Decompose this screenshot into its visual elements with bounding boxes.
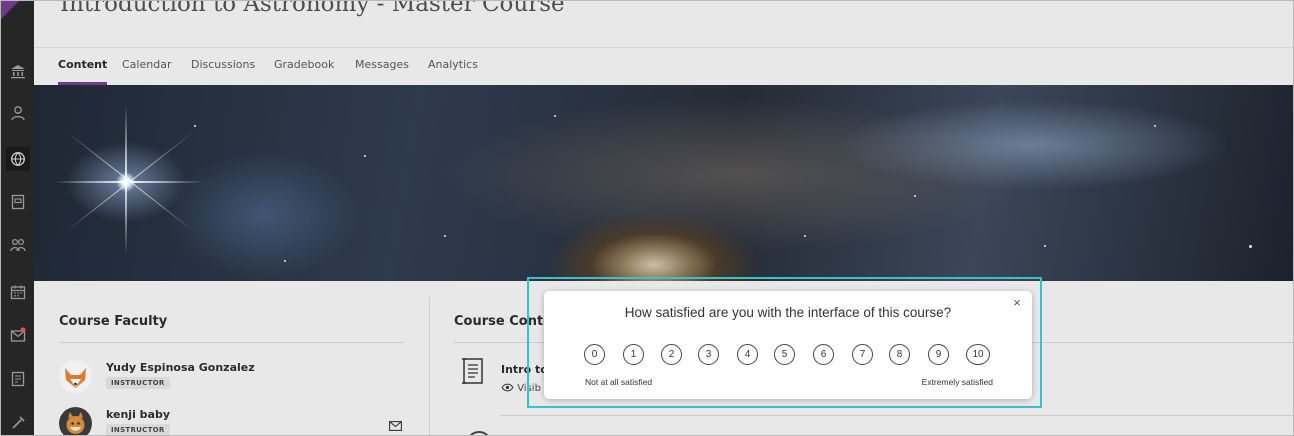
institution-icon[interactable] [10,63,26,79]
rating-option-9[interactable]: 9 [928,344,949,365]
avatar [59,407,92,435]
envelope-icon[interactable] [389,418,402,431]
courses-icon[interactable] [10,194,26,210]
messages-icon[interactable] [10,327,26,343]
close-icon[interactable]: × [1010,296,1024,310]
course-banner-image [34,85,1293,281]
star [554,115,556,117]
divider [59,342,404,343]
role-badge: INSTRUCTOR [106,424,170,435]
star [804,235,806,237]
document-icon [460,356,486,386]
course-tabs: Content Calendar Discussions Gradebook M… [34,47,1293,85]
eye-icon [501,383,517,394]
star [444,235,446,237]
faculty-name: kenji baby [106,408,171,421]
rating-option-2[interactable]: 2 [661,344,682,365]
rating-option-5[interactable]: 5 [774,344,795,365]
circle-icon [466,431,492,435]
rating-option-6[interactable]: 6 [813,344,834,365]
faculty-name: Yudy Espinosa Gonzalez [106,361,255,374]
groups-icon[interactable] [10,237,26,253]
rating-option-4[interactable]: 4 [737,344,758,365]
role-badge: INSTRUCTOR [106,377,170,389]
tab-messages[interactable]: Messages [355,48,409,82]
rating-option-1[interactable]: 1 [623,344,644,365]
scale-low-label: Not at all satisfied [585,377,653,387]
tab-calendar[interactable]: Calendar [122,48,171,82]
nav-rail [1,1,34,435]
page-title: Introduction to Astronomy - Master Cours… [60,0,565,17]
rating-scale: 0 1 2 3 4 5 6 7 8 9 10 [584,344,994,368]
star [914,195,916,197]
star [1249,245,1252,248]
grades-icon[interactable] [10,371,26,387]
divider [501,415,1293,416]
profile-icon[interactable] [10,105,26,121]
globe-icon[interactable] [6,147,30,171]
scale-high-label: Extremely satisfied [921,377,993,387]
calendar-icon[interactable] [10,284,26,300]
star [1044,245,1046,247]
app-window: Introduction to Astronomy - Master Cours… [0,0,1294,436]
tab-analytics[interactable]: Analytics [428,48,478,82]
column-divider [429,297,430,435]
rating-option-7[interactable]: 7 [852,344,873,365]
logo-corner [1,1,19,19]
rating-option-10[interactable]: 10 [966,344,990,365]
tab-content[interactable]: Content [58,48,108,85]
rating-option-0[interactable]: 0 [584,344,605,365]
star [284,260,286,262]
satisfaction-survey: How satisfied are you with the interface… [544,291,1032,399]
star [1154,125,1156,127]
tab-gradebook[interactable]: Gradebook [274,48,334,82]
survey-question: How satisfied are you with the interface… [624,305,952,320]
tools-icon[interactable] [10,415,26,431]
avatar [59,360,92,393]
rating-option-3[interactable]: 3 [698,344,719,365]
star [364,155,366,157]
tab-discussions[interactable]: Discussions [191,48,255,82]
star [194,125,196,127]
rating-option-8[interactable]: 8 [889,344,910,365]
course-faculty-heading: Course Faculty [59,314,168,329]
